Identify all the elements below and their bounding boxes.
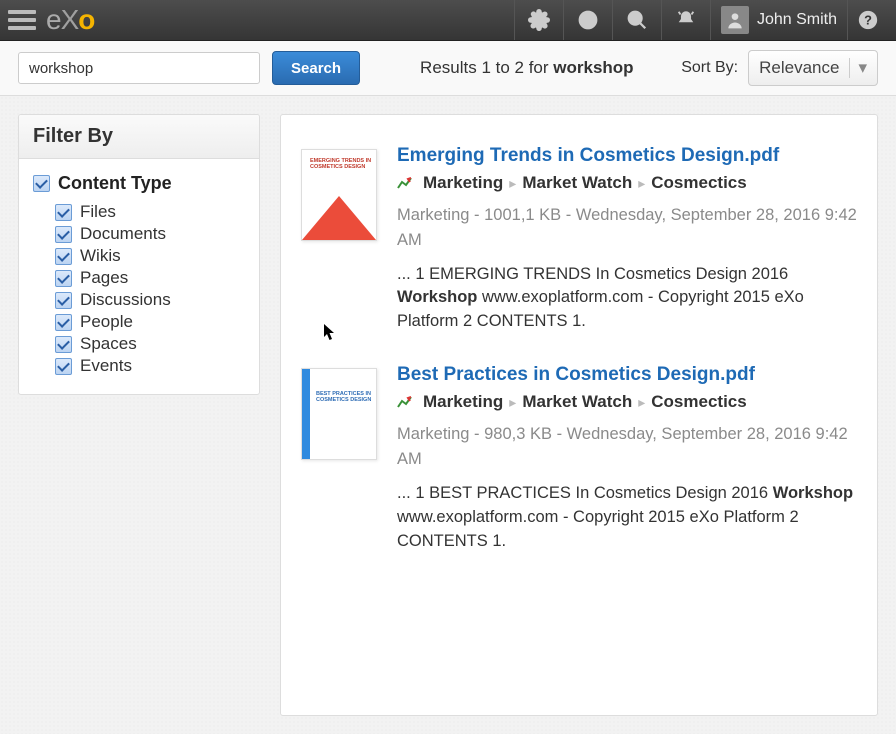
- filter-item-label: Documents: [80, 224, 166, 244]
- user-name-label: John Smith: [757, 11, 837, 29]
- filter-group-content-type[interactable]: Content Type: [33, 173, 249, 194]
- breadcrumb-segment[interactable]: Market Watch: [522, 392, 632, 412]
- filter-item-label: Files: [80, 202, 116, 222]
- svg-text:?: ?: [864, 13, 872, 28]
- breadcrumb-segment[interactable]: Market Watch: [522, 173, 632, 193]
- chevron-right-icon: ▸: [638, 175, 645, 192]
- chart-icon: [397, 395, 417, 409]
- checkbox-icon[interactable]: [55, 336, 72, 353]
- filter-item[interactable]: Spaces: [55, 334, 249, 354]
- checkbox-icon[interactable]: [55, 358, 72, 375]
- result-meta: Marketing - 1001,1 KB - Wednesday, Septe…: [397, 203, 857, 253]
- breadcrumb: Marketing ▸ Market Watch ▸ Cosmectics: [397, 392, 857, 412]
- topbar-icons: John Smith ?: [514, 0, 888, 40]
- checkbox-icon[interactable]: [55, 270, 72, 287]
- breadcrumb-segment[interactable]: Marketing: [423, 173, 503, 193]
- results-panel: EMERGING TRENDS In Cosmetics Design Emerg…: [280, 114, 878, 716]
- checkbox-icon[interactable]: [55, 314, 72, 331]
- filter-item[interactable]: Documents: [55, 224, 249, 244]
- bell-icon[interactable]: [661, 0, 710, 40]
- result-title-link[interactable]: Emerging Trends in Cosmetics Design.pdf: [397, 145, 857, 167]
- checkbox-icon[interactable]: [55, 204, 72, 221]
- checkbox-icon[interactable]: [55, 226, 72, 243]
- chevron-right-icon: ▸: [638, 394, 645, 411]
- chevron-right-icon: ▸: [509, 394, 516, 411]
- filter-item[interactable]: People: [55, 312, 249, 332]
- result-excerpt: ... 1 EMERGING TRENDS In Cosmetics Desig…: [397, 263, 857, 335]
- filter-item-label: Spaces: [80, 334, 137, 354]
- sort-value: Relevance: [759, 58, 839, 78]
- filter-item-label: Events: [80, 356, 132, 376]
- filter-header: Filter By: [19, 115, 259, 159]
- result-item: BEST PRACTICES In Cosmetics Design Best P…: [301, 364, 857, 553]
- filter-item-label: Pages: [80, 268, 128, 288]
- result-item: EMERGING TRENDS In Cosmetics Design Emerg…: [301, 145, 857, 334]
- logo[interactable]: eXo: [46, 4, 94, 36]
- filter-item[interactable]: Wikis: [55, 246, 249, 266]
- results-count-label: Results 1 to 2 for workshop: [420, 58, 634, 78]
- chevron-right-icon: ▸: [509, 175, 516, 192]
- search-button[interactable]: Search: [272, 51, 360, 85]
- result-excerpt: ... 1 BEST PRACTICES In Cosmetics Design…: [397, 482, 857, 554]
- chevron-down-icon: ▾: [849, 58, 867, 78]
- result-meta: Marketing - 980,3 KB - Wednesday, Septem…: [397, 422, 857, 472]
- help-icon[interactable]: ?: [847, 0, 888, 40]
- menu-icon[interactable]: [8, 10, 36, 30]
- chart-icon: [397, 176, 417, 190]
- checkbox-icon[interactable]: [55, 292, 72, 309]
- filter-panel: Filter By Content Type FilesDocumentsWik…: [18, 114, 260, 395]
- filter-item[interactable]: Events: [55, 356, 249, 376]
- checkbox-icon[interactable]: [33, 175, 50, 192]
- search-row: Search Results 1 to 2 for workshop Sort …: [0, 41, 896, 96]
- filter-item[interactable]: Pages: [55, 268, 249, 288]
- result-thumbnail[interactable]: EMERGING TRENDS In Cosmetics Design: [301, 149, 377, 241]
- breadcrumb-segment[interactable]: Marketing: [423, 392, 503, 412]
- filter-item-label: People: [80, 312, 133, 332]
- sort-by-label: Sort By:: [681, 59, 738, 77]
- topbar: eXo John Smith ?: [0, 0, 896, 41]
- search-input[interactable]: [18, 52, 260, 84]
- gear-icon[interactable]: [514, 0, 563, 40]
- user-menu[interactable]: John Smith: [710, 0, 847, 40]
- breadcrumb: Marketing ▸ Market Watch ▸ Cosmectics: [397, 173, 857, 193]
- search-icon[interactable]: [612, 0, 661, 40]
- breadcrumb-segment[interactable]: Cosmectics: [651, 392, 746, 412]
- filter-item-label: Wikis: [80, 246, 121, 266]
- result-title-link[interactable]: Best Practices in Cosmetics Design.pdf: [397, 364, 857, 386]
- checkbox-icon[interactable]: [55, 248, 72, 265]
- filter-item-label: Discussions: [80, 290, 171, 310]
- sort-select[interactable]: Relevance ▾: [748, 50, 878, 86]
- add-icon[interactable]: [563, 0, 612, 40]
- breadcrumb-segment[interactable]: Cosmectics: [651, 173, 746, 193]
- result-thumbnail[interactable]: BEST PRACTICES In Cosmetics Design: [301, 368, 377, 460]
- avatar-icon: [721, 6, 749, 34]
- filter-item[interactable]: Discussions: [55, 290, 249, 310]
- filter-item[interactable]: Files: [55, 202, 249, 222]
